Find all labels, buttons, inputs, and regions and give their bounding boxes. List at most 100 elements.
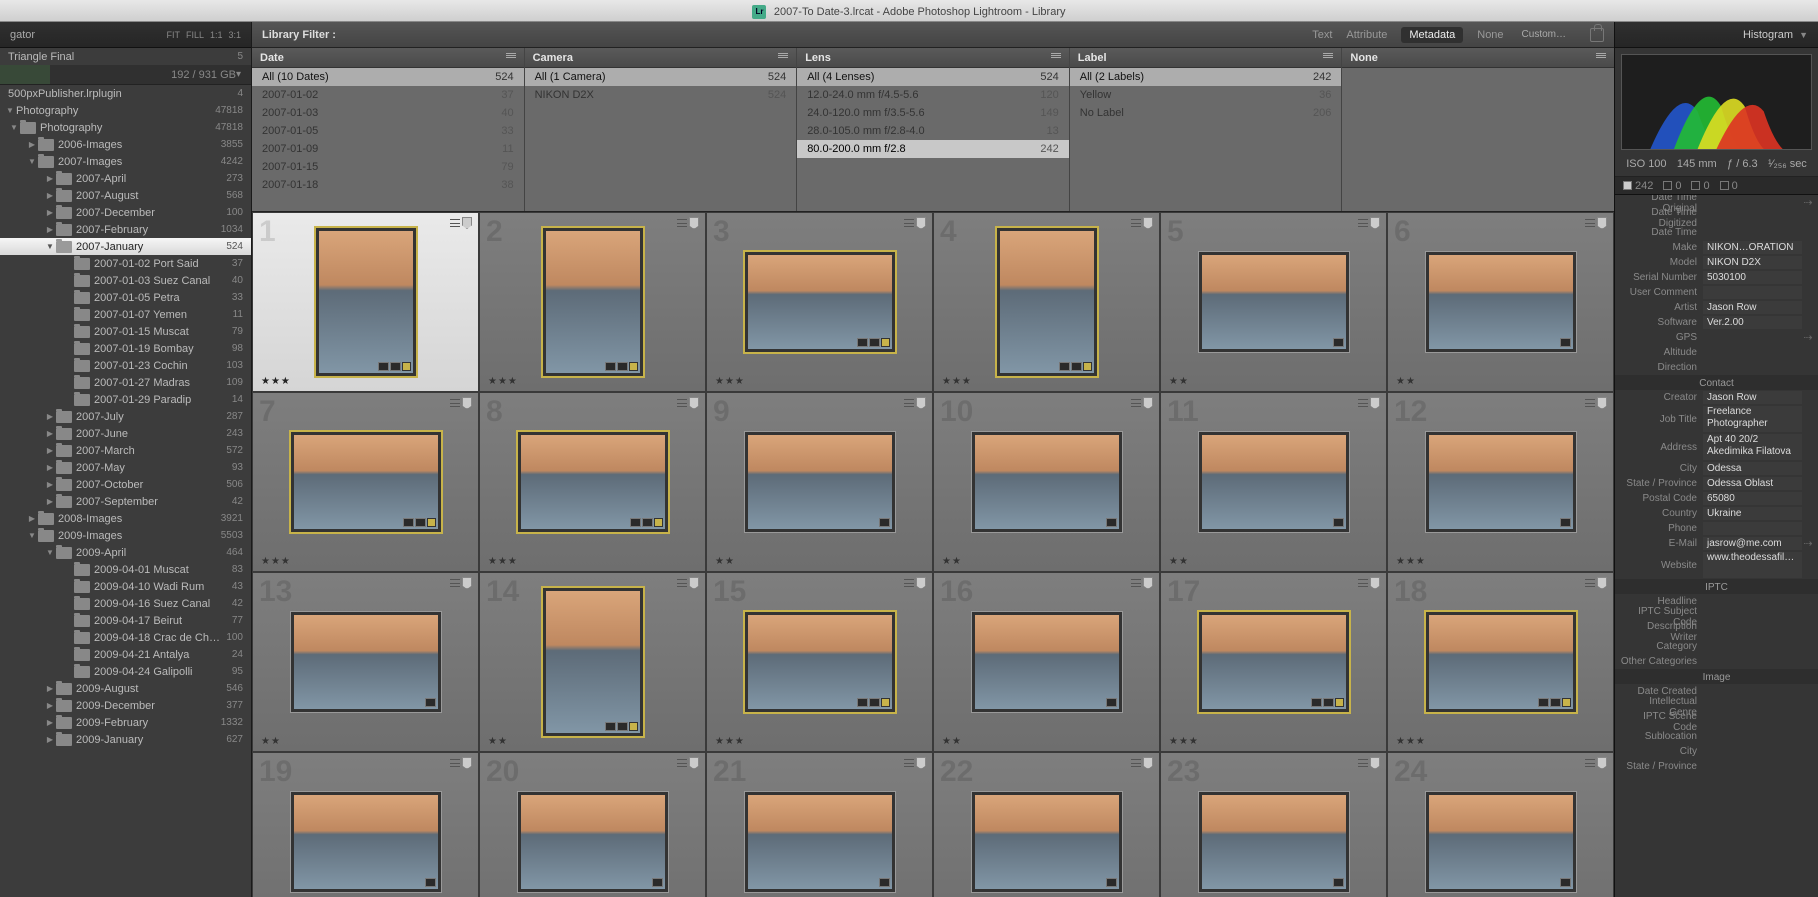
rating-stars[interactable]: ★★	[715, 556, 735, 567]
folder-row[interactable]: ▶ 2007-May 93	[0, 459, 251, 476]
disclosure-triangle-icon[interactable]: ▼	[26, 157, 38, 166]
folder-row[interactable]: ▶ 2009-January 627	[0, 731, 251, 748]
stack-icon[interactable]	[1131, 759, 1141, 767]
disclosure-triangle-icon[interactable]: ▶	[44, 225, 56, 234]
thumbnail-image[interactable]	[745, 792, 895, 892]
thumbnail-image[interactable]	[972, 612, 1122, 712]
stack-icon[interactable]	[1585, 219, 1595, 227]
metadata-field[interactable]: Creator Jason Row	[1615, 390, 1818, 405]
stack-icon[interactable]	[677, 219, 687, 227]
stack-icon[interactable]	[450, 759, 460, 767]
metadata-field-value[interactable]: Jason Row	[1703, 391, 1802, 404]
stack-icon[interactable]	[904, 579, 914, 587]
metadata-column-header[interactable]: Camera	[525, 48, 797, 68]
folder-row[interactable]: 2007-01-27 Madras 109	[0, 374, 251, 391]
rating-stars[interactable]: ★★	[261, 736, 281, 747]
disclosure-triangle-icon[interactable]: ▶	[44, 412, 56, 421]
metadata-field[interactable]: Other Categories	[1615, 654, 1818, 669]
folder-row[interactable]: 2007-01-03 Suez Canal 40	[0, 272, 251, 289]
flag-icon[interactable]	[1597, 397, 1607, 409]
folder-row[interactable]: 2009-04-18 Crac de Ch… 100	[0, 629, 251, 646]
metadata-field[interactable]: E-Mail jasrow@me.com ⇢	[1615, 536, 1818, 551]
thumbnail-cell[interactable]: 24	[1387, 752, 1614, 897]
metadata-field-value[interactable]	[1703, 522, 1802, 535]
thumbnail-cell[interactable]: 11 ★★	[1160, 392, 1387, 572]
metadata-column-header[interactable]: Date	[252, 48, 524, 68]
rating-stars[interactable]: ★★★	[715, 736, 745, 747]
disclosure-triangle-icon[interactable]: ▶	[44, 208, 56, 217]
thumbnail-image[interactable]	[745, 612, 895, 712]
navigator-header[interactable]: gator FITFILL1:13:1	[0, 22, 251, 48]
disclosure-triangle-icon[interactable]: ▶	[44, 429, 56, 438]
folder-row[interactable]: ▶ 2006-Images 3855	[0, 136, 251, 153]
metadata-field[interactable]: Sublocation	[1615, 729, 1818, 744]
folder-row[interactable]: ▶ 2007-October 506	[0, 476, 251, 493]
rating-stars[interactable]: ★★	[1396, 376, 1416, 387]
flag-icon[interactable]	[916, 757, 926, 769]
arrow-icon[interactable]: ⇢	[1802, 331, 1814, 344]
metadata-field[interactable]: City Odessa	[1615, 461, 1818, 476]
stack-icon[interactable]	[1131, 579, 1141, 587]
thumbnail-cell[interactable]: 23	[1160, 752, 1387, 897]
stack-icon[interactable]	[1585, 399, 1595, 407]
disclosure-triangle-icon[interactable]: ▶	[44, 463, 56, 472]
thumbnail-image[interactable]	[745, 252, 895, 352]
disclosure-triangle-icon[interactable]: ▼	[44, 242, 56, 251]
thumbnail-cell[interactable]: 20	[479, 752, 706, 897]
metadata-field-value[interactable]	[1703, 745, 1802, 758]
metadata-field-value[interactable]	[1703, 211, 1802, 224]
metadata-field[interactable]: Direction	[1615, 360, 1818, 375]
filter-tab-text[interactable]: Text	[1312, 29, 1332, 41]
metadata-row[interactable]: 80.0-200.0 mm f/2.8242	[797, 140, 1069, 158]
metadata-column-header[interactable]: None	[1342, 48, 1614, 68]
rating-stars[interactable]: ★★★	[488, 556, 518, 567]
folder-row[interactable]: ▶ 2007-July 287	[0, 408, 251, 425]
thumbnail-cell[interactable]: 2 ★★★	[479, 212, 706, 392]
metadata-field[interactable]: IPTC Scene Code	[1615, 714, 1818, 729]
stack-icon[interactable]	[1358, 759, 1368, 767]
stack-icon[interactable]	[904, 219, 914, 227]
metadata-field[interactable]: Software Ver.2.00	[1615, 315, 1818, 330]
metadata-field[interactable]: Website www.theodessafiles.co.uk	[1615, 551, 1818, 579]
metadata-row[interactable]: No Label206	[1070, 104, 1342, 122]
metadata-field-value[interactable]: Odessa Oblast	[1703, 477, 1802, 490]
publish-service-500px[interactable]: 500pxPublisher.lrplugin 4	[0, 85, 251, 102]
metadata-field[interactable]: Make NIKON…ORATION	[1615, 240, 1818, 255]
metadata-field-value[interactable]: jasrow@me.com	[1703, 537, 1802, 550]
metadata-row[interactable]: 2007-01-0237	[252, 86, 524, 104]
thumbnail-cell[interactable]: 8 ★★★	[479, 392, 706, 572]
metadata-field[interactable]: State / Province Odessa Oblast	[1615, 476, 1818, 491]
metadata-field[interactable]: Date Time	[1615, 225, 1818, 240]
flag-icon[interactable]	[462, 577, 472, 589]
metadata-field[interactable]: Address Apt 40 20/2 Akedimika Filatova	[1615, 433, 1818, 461]
metadata-field-value[interactable]	[1703, 730, 1802, 743]
folder-row[interactable]: 2009-04-17 Beirut 77	[0, 612, 251, 629]
folder-row[interactable]: 2009-04-24 Galipolli 95	[0, 663, 251, 680]
disclosure-triangle-icon[interactable]: ▶	[44, 701, 56, 710]
sort-icon[interactable]	[1596, 53, 1606, 63]
metadata-field[interactable]: Artist Jason Row	[1615, 300, 1818, 315]
metadata-field-value[interactable]: 65080	[1703, 492, 1802, 505]
metadata-field[interactable]: Serial Number 5030100	[1615, 270, 1818, 285]
stack-icon[interactable]	[1358, 219, 1368, 227]
thumbnail-cell[interactable]: 7 ★★★	[252, 392, 479, 572]
metadata-field-value[interactable]: Apt 40 20/2 Akedimika Filatova	[1703, 434, 1802, 460]
metadata-field-value[interactable]: Freelance Photographer	[1703, 406, 1802, 432]
metadata-field[interactable]: City	[1615, 744, 1818, 759]
metadata-row[interactable]: 2007-01-0533	[252, 122, 524, 140]
rating-stars[interactable]: ★★	[1169, 376, 1189, 387]
folder-row[interactable]: 2007-01-07 Yemen 11	[0, 306, 251, 323]
rating-stars[interactable]: ★★★	[715, 376, 745, 387]
thumbnail-image[interactable]	[291, 612, 441, 712]
thumbnail-cell[interactable]: 12 ★★★	[1387, 392, 1614, 572]
metadata-row-all[interactable]: All (4 Lenses)524	[797, 68, 1069, 86]
metadata-field[interactable]: Model NIKON D2X	[1615, 255, 1818, 270]
disclosure-triangle-icon[interactable]: ▼	[26, 531, 38, 540]
folder-row[interactable]: ▼ Photography 47818	[0, 119, 251, 136]
folder-row[interactable]: 2007-01-23 Cochin 103	[0, 357, 251, 374]
arrow-icon[interactable]: ⇢	[1802, 537, 1814, 550]
stack-icon[interactable]	[1585, 759, 1595, 767]
sort-icon[interactable]	[1051, 53, 1061, 63]
folder-row[interactable]: ▶ 2007-March 572	[0, 442, 251, 459]
disclosure-triangle-icon[interactable]: ▶	[44, 735, 56, 744]
